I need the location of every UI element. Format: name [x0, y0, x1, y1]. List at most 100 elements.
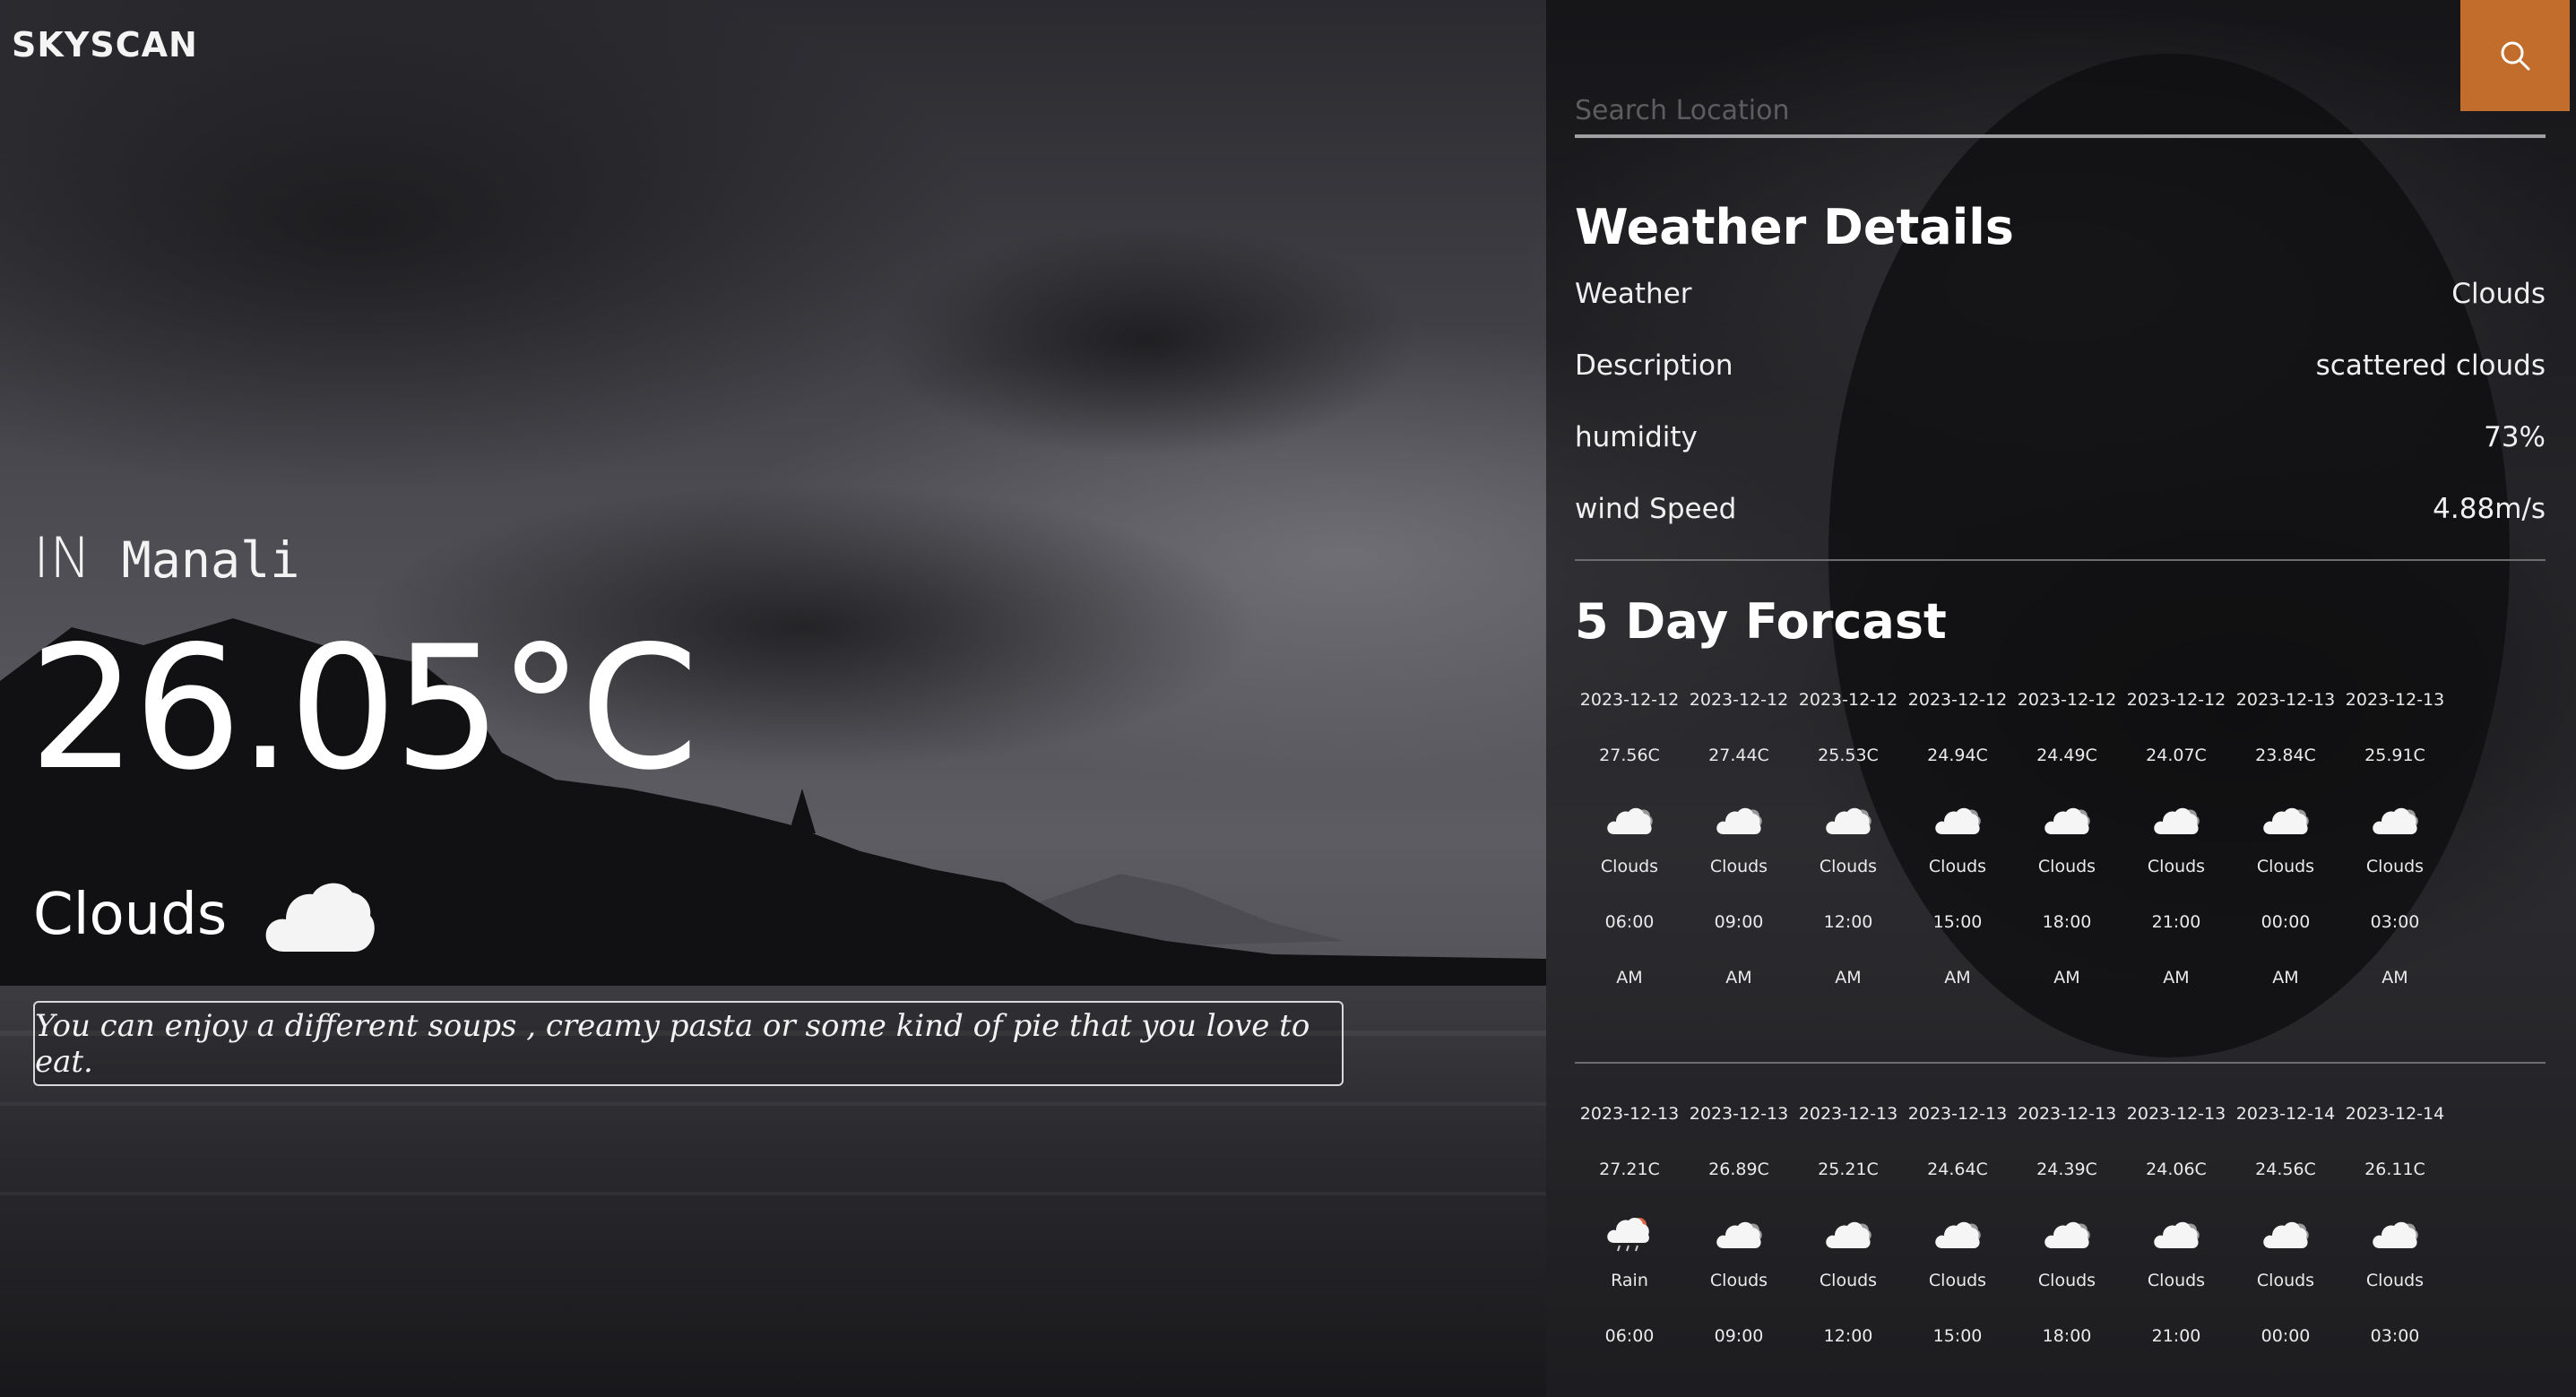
clouds-icon	[1716, 1221, 1762, 1248]
forecast-item: 2023-12-14 24.56C Clouds 00:00	[2231, 1103, 2340, 1347]
forecast-time: 12:00	[1823, 912, 1873, 932]
forecast-date: 2023-12-12	[1689, 690, 1789, 710]
condition-label: Clouds	[33, 882, 228, 948]
clouds-icon	[1716, 807, 1762, 834]
forecast-temp: 24.06C	[2146, 1160, 2207, 1179]
forecast-item: 2023-12-13 24.06C Clouds 21:00	[2122, 1103, 2231, 1347]
forecast-item: 2023-12-13 24.39C Clouds 18:00	[2012, 1103, 2122, 1347]
forecast-condition: Clouds	[1709, 1271, 1768, 1290]
forecast-condition: Clouds	[2147, 857, 2206, 876]
forecast-temp: 24.39C	[2036, 1160, 2097, 1179]
clouds-icon	[2263, 1221, 2309, 1248]
forecast-item: 2023-12-12 27.44C Clouds 09:00 AM	[1684, 689, 1794, 988]
forecast-item: 2023-12-13 26.89C Clouds 09:00	[1684, 1103, 1794, 1347]
forecast-ampm: AM	[2053, 968, 2080, 987]
forecast-condition: Clouds	[2365, 1271, 2425, 1290]
forecast-condition: Clouds	[2256, 1271, 2315, 1290]
clouds-icon	[2373, 1221, 2418, 1248]
clouds-icon	[2044, 1221, 2090, 1248]
current-temperature: 26.05°C	[29, 609, 699, 807]
forecast-date: 2023-12-13	[2126, 1104, 2226, 1124]
forecast-date: 2023-12-13	[1689, 1104, 1789, 1124]
detail-row-humidity: humidity 73%	[1575, 421, 2546, 453]
forecast-condition: Clouds	[2147, 1271, 2206, 1290]
forecast-item: 2023-12-13 25.21C Clouds 12:00	[1794, 1103, 1903, 1347]
forecast-item: 2023-12-13 24.64C Clouds 15:00	[1903, 1103, 2012, 1347]
clouds-icon	[1826, 807, 1871, 834]
forecast-item: 2023-12-12 24.94C Clouds 15:00 AM	[1903, 689, 2012, 988]
clouds-icon	[1826, 1221, 1871, 1248]
forecast-temp: 25.53C	[1818, 746, 1879, 765]
forecast-temp: 24.49C	[2036, 746, 2097, 765]
forecast-ampm: AM	[1725, 968, 1752, 987]
forecast-ampm: AM	[1944, 968, 1971, 987]
forecast-item: 2023-12-13 27.21C Rain 06:00	[1575, 1103, 1684, 1347]
forecast-heading: 5 Day Forcast	[1575, 593, 1947, 650]
clouds-icon	[1935, 807, 1981, 834]
city-name: Manali	[121, 531, 300, 589]
forecast-condition: Clouds	[1928, 1271, 1987, 1290]
clouds-icon	[1607, 807, 1653, 834]
forecast-temp: 24.07C	[2146, 746, 2207, 765]
forecast-item: 2023-12-12 27.56C Clouds 06:00 AM	[1575, 689, 1684, 988]
detail-label: humidity	[1575, 421, 1698, 453]
forecast-condition: Clouds	[1709, 857, 1768, 876]
forecast-time: 03:00	[2370, 1326, 2420, 1346]
forecast-time: 18:00	[2042, 1326, 2092, 1346]
forecast-item: 2023-12-13 23.84C Clouds 00:00 AM	[2231, 689, 2340, 988]
forecast-time: 21:00	[2151, 1326, 2201, 1346]
forecast-time: 00:00	[2260, 912, 2311, 932]
forecast-temp: 26.11C	[2364, 1160, 2425, 1179]
forecast-date: 2023-12-12	[2017, 690, 2117, 710]
search-icon	[2501, 41, 2530, 71]
forecast-date: 2023-12-12	[1579, 690, 1680, 710]
forecast-date: 2023-12-12	[1798, 690, 1898, 710]
forecast-temp: 25.21C	[1818, 1160, 1879, 1179]
forecast-condition: Rain	[1611, 1271, 1648, 1290]
forecast-date: 2023-12-13	[1907, 1104, 2008, 1124]
clouds-icon	[2154, 807, 2200, 834]
forecast-date: 2023-12-14	[2345, 1104, 2445, 1124]
divider	[1575, 1062, 2546, 1064]
detail-label: wind Speed	[1575, 493, 1737, 525]
forecast-ampm: AM	[2382, 968, 2408, 987]
forecast-ampm: AM	[1835, 968, 1862, 987]
detail-value: scattered clouds	[2315, 349, 2546, 382]
forecast-date: 2023-12-13	[2017, 1104, 2117, 1124]
detail-label: Description	[1575, 349, 1733, 382]
forecast-item: 2023-12-14 26.11C Clouds 03:00	[2340, 1103, 2450, 1347]
detail-label: Weather	[1575, 278, 1692, 310]
forecast-temp: 27.56C	[1599, 746, 1660, 765]
forecast-time: 03:00	[2370, 912, 2420, 932]
forecast-condition: Clouds	[2365, 857, 2425, 876]
forecast-time: 15:00	[1932, 912, 1983, 932]
forecast-condition: Clouds	[1819, 1271, 1878, 1290]
forecast-temp: 25.91C	[2364, 746, 2425, 765]
forecast-item: 2023-12-13 25.91C Clouds 03:00 AM	[2340, 689, 2450, 988]
forecast-condition: Clouds	[2037, 1271, 2096, 1290]
forecast-temp: 23.84C	[2255, 746, 2316, 765]
clouds-icon	[2154, 1221, 2200, 1248]
detail-value: Clouds	[2451, 278, 2546, 310]
forecast-temp: 24.64C	[1927, 1160, 1988, 1179]
suggestion-box: You can enjoy a different soups , creamy…	[33, 1001, 1344, 1086]
forecast-condition: Clouds	[1600, 857, 1659, 876]
forecast-item: 2023-12-12 24.07C Clouds 21:00 AM	[2122, 689, 2231, 988]
brand-logo[interactable]: SKYSCAN	[12, 25, 198, 65]
forecast-ampm: AM	[1616, 968, 1643, 987]
forecast-time: 06:00	[1604, 1326, 1655, 1346]
forecast-condition: Clouds	[1928, 857, 1987, 876]
rain-icon	[1607, 1217, 1649, 1252]
forecast-time: 18:00	[2042, 912, 2092, 932]
forecast-temp: 27.21C	[1599, 1160, 1660, 1179]
forecast-temp: 27.44C	[1708, 746, 1769, 765]
forecast-time: 09:00	[1714, 1326, 1764, 1346]
forecast-item: 2023-12-12 25.53C Clouds 12:00 AM	[1794, 689, 1903, 988]
forecast-time: 12:00	[1823, 1326, 1873, 1346]
forecast-date: 2023-12-12	[2126, 690, 2226, 710]
detail-row-weather: Weather Clouds	[1575, 278, 2546, 310]
detail-value: 73%	[2484, 421, 2546, 453]
search-button[interactable]	[2460, 0, 2570, 111]
search-input[interactable]	[1575, 83, 2448, 137]
forecast-date: 2023-12-13	[1579, 1104, 1680, 1124]
